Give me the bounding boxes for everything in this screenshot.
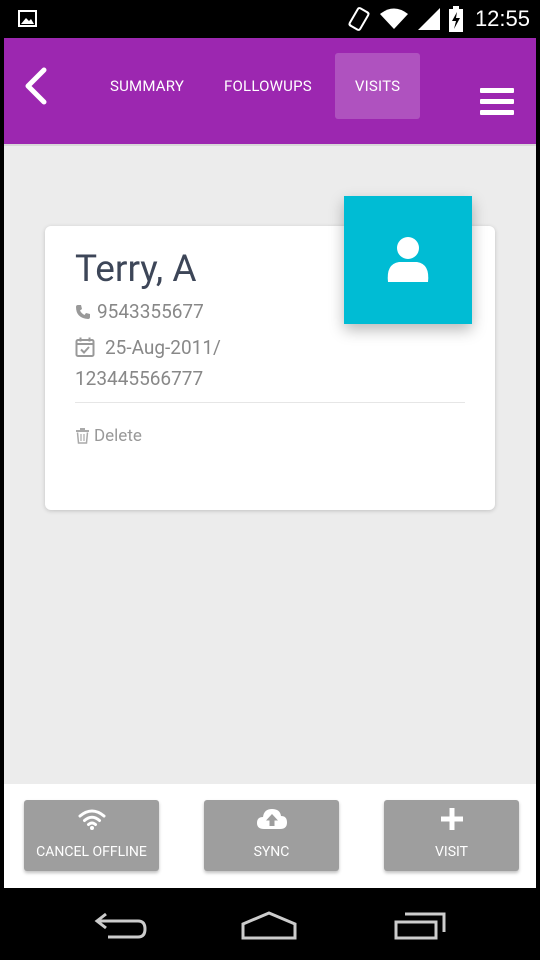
calendar-check-icon — [75, 337, 95, 357]
patient-dob-id: 25-Aug-2011/ 123445566777 — [75, 332, 315, 394]
delete-label: Delete — [94, 426, 142, 446]
recent-apps-icon[interactable] — [393, 910, 447, 940]
visit-button[interactable]: VISIT — [384, 800, 519, 871]
back-icon[interactable] — [20, 66, 50, 106]
signal-icon — [417, 8, 440, 30]
system-nav-bar — [0, 888, 540, 960]
delete-button[interactable]: Delete — [75, 426, 142, 446]
top-app-bar: SUMMARY FOLLOWUPS VISITS — [4, 38, 536, 146]
wifi-icon — [379, 8, 408, 29]
status-bar: 12:55 — [0, 0, 540, 38]
battery-charging-icon — [448, 6, 463, 32]
back-nav-icon[interactable] — [94, 910, 148, 940]
plus-icon — [440, 808, 463, 830]
gallery-icon — [18, 10, 37, 27]
tab-bar: SUMMARY FOLLOWUPS VISITS — [90, 53, 421, 119]
clock: 12:55 — [474, 6, 530, 31]
cancel-offline-label: CANCEL OFFLINE — [36, 844, 147, 860]
sync-button[interactable]: SYNC — [204, 800, 339, 871]
vibrate-icon — [348, 7, 370, 31]
phone-icon — [76, 304, 90, 319]
app-screen: SUMMARY FOLLOWUPS VISITS Terry, A 954335… — [4, 38, 536, 888]
bottom-action-bar: CANCEL OFFLINE SYNC VISIT — [4, 784, 536, 888]
visit-label: VISIT — [435, 844, 468, 860]
dob-line1: 25-Aug-2011/ — [105, 336, 221, 359]
sync-label: SYNC — [253, 844, 290, 860]
tab-visits[interactable]: VISITS — [334, 53, 421, 119]
tab-followups[interactable]: FOLLOWUPS — [204, 53, 332, 119]
wifi-icon — [78, 809, 105, 830]
cancel-offline-button[interactable]: CANCEL OFFLINE — [24, 800, 159, 871]
home-nav-icon[interactable] — [240, 910, 298, 940]
hamburger-menu-icon[interactable] — [480, 88, 514, 116]
phone-number: 9543355677 — [97, 300, 204, 323]
trash-icon — [76, 428, 89, 444]
patient-phone: 9543355677 — [75, 300, 204, 323]
cloud-upload-icon — [256, 809, 287, 829]
card-divider — [75, 402, 465, 403]
patient-avatar — [344, 196, 472, 324]
tab-summary[interactable]: SUMMARY — [90, 53, 204, 119]
user-icon — [387, 237, 429, 282]
patient-name: Terry, A — [75, 248, 197, 291]
dob-line2: 123445566777 — [75, 367, 204, 390]
